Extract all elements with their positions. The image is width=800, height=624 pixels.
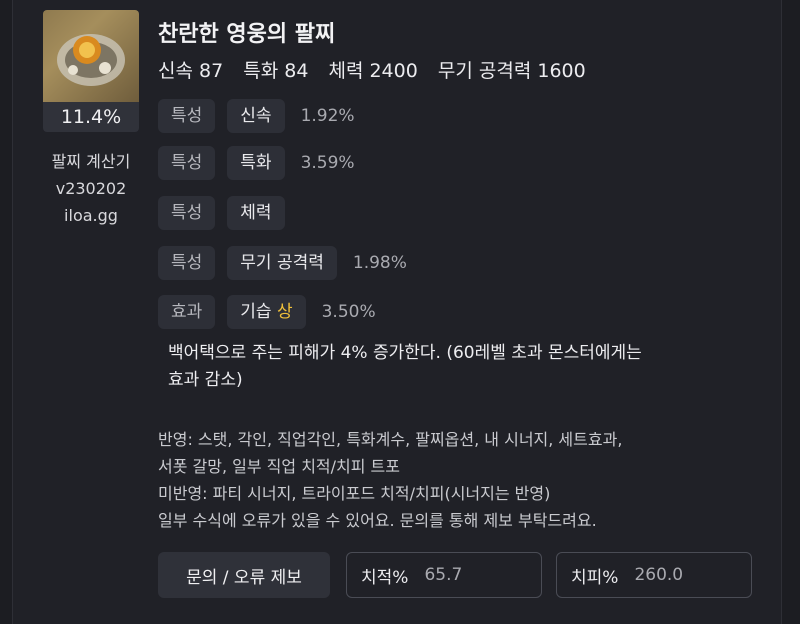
- effect-description: 백어택으로 주는 피해가 4% 증가한다. (60레벨 초과 몬스터에게는 효과…: [168, 340, 728, 394]
- stat-weapon-attack: 무기 공격력 1600: [437, 60, 586, 82]
- crit-damage-value[interactable]: 260.0: [634, 565, 683, 585]
- calculation-notes: 반영: 스탯, 각인, 직업각인, 특화계수, 팔찌옵션, 내 시너지, 세트효…: [158, 426, 738, 534]
- effect-row: 효과 기습 상 3.50%: [158, 295, 376, 329]
- option-name: 무기 공격력: [227, 246, 337, 280]
- crit-damage-field[interactable]: 치피% 260.0: [556, 552, 752, 598]
- option-value: 1.92%: [300, 106, 355, 126]
- calculator-site: iloa.gg: [64, 206, 118, 225]
- option-row: 특성 체력: [158, 196, 285, 230]
- crit-rate-label: 치적%: [361, 567, 409, 588]
- option-name: 신속: [227, 99, 285, 133]
- option-value: 3.59%: [300, 153, 355, 173]
- effect-description-line: 백어택으로 주는 피해가 4% 증가한다. (60레벨 초과 몬스터에게는: [168, 343, 642, 363]
- effect-name: 기습 상: [227, 295, 306, 329]
- note-line: 서폿 갈망, 일부 직업 치적/치피 트포: [158, 457, 400, 476]
- note-line: 미반영: 파티 시너지, 트라이포드 치적/치피(시너지는 반영): [158, 484, 551, 503]
- option-value: 1.98%: [352, 253, 407, 273]
- option-tag: 특성: [158, 99, 216, 133]
- note-line: 일부 수식에 오류가 있을 수 있어요. 문의를 통해 제보 부탁드려요.: [158, 511, 597, 530]
- option-tag: 특성: [158, 146, 216, 180]
- report-error-button[interactable]: 문의 / 오류 제보: [158, 552, 330, 598]
- crit-rate-field[interactable]: 치적% 65.7: [346, 552, 542, 598]
- item-stats: 신속 87 특화 84 체력 2400 무기 공격력 1600: [158, 56, 600, 83]
- calculator-version: v230202: [55, 179, 127, 198]
- crit-damage-label: 치피%: [571, 567, 619, 588]
- bracelet-icon: [43, 10, 139, 102]
- option-row: 특성 특화 3.59%: [158, 146, 355, 180]
- efficiency-percent: 11.4%: [43, 102, 139, 132]
- effect-description-line: 효과 감소): [168, 370, 243, 390]
- effect-grade: 상: [276, 302, 293, 322]
- effect-tag: 효과: [158, 295, 216, 329]
- calculator-name: 팔찌 계산기: [51, 152, 131, 171]
- calculator-info: 팔찌 계산기 v230202 iloa.gg: [43, 148, 139, 229]
- item-summary: 11.4% 팔찌 계산기 v230202 iloa.gg: [43, 10, 139, 229]
- stat-specialization: 특화 84: [243, 60, 309, 82]
- effect-name-text: 기습: [240, 302, 272, 322]
- option-row: 특성 무기 공격력 1.98%: [158, 246, 407, 280]
- option-tag: 특성: [158, 196, 216, 230]
- option-tag: 특성: [158, 246, 216, 280]
- effect-value: 3.50%: [321, 302, 376, 322]
- option-name: 체력: [227, 196, 285, 230]
- crit-rate-value[interactable]: 65.7: [424, 565, 462, 585]
- option-row: 특성 신속 1.92%: [158, 99, 355, 133]
- stat-vitality: 체력 2400: [328, 60, 418, 82]
- stat-swiftness: 신속 87: [158, 60, 224, 82]
- note-line: 반영: 스탯, 각인, 직업각인, 특화계수, 팔찌옵션, 내 시너지, 세트효…: [158, 430, 623, 449]
- item-title: 찬란한 영웅의 팔찌: [158, 22, 336, 47]
- option-name: 특화: [227, 146, 285, 180]
